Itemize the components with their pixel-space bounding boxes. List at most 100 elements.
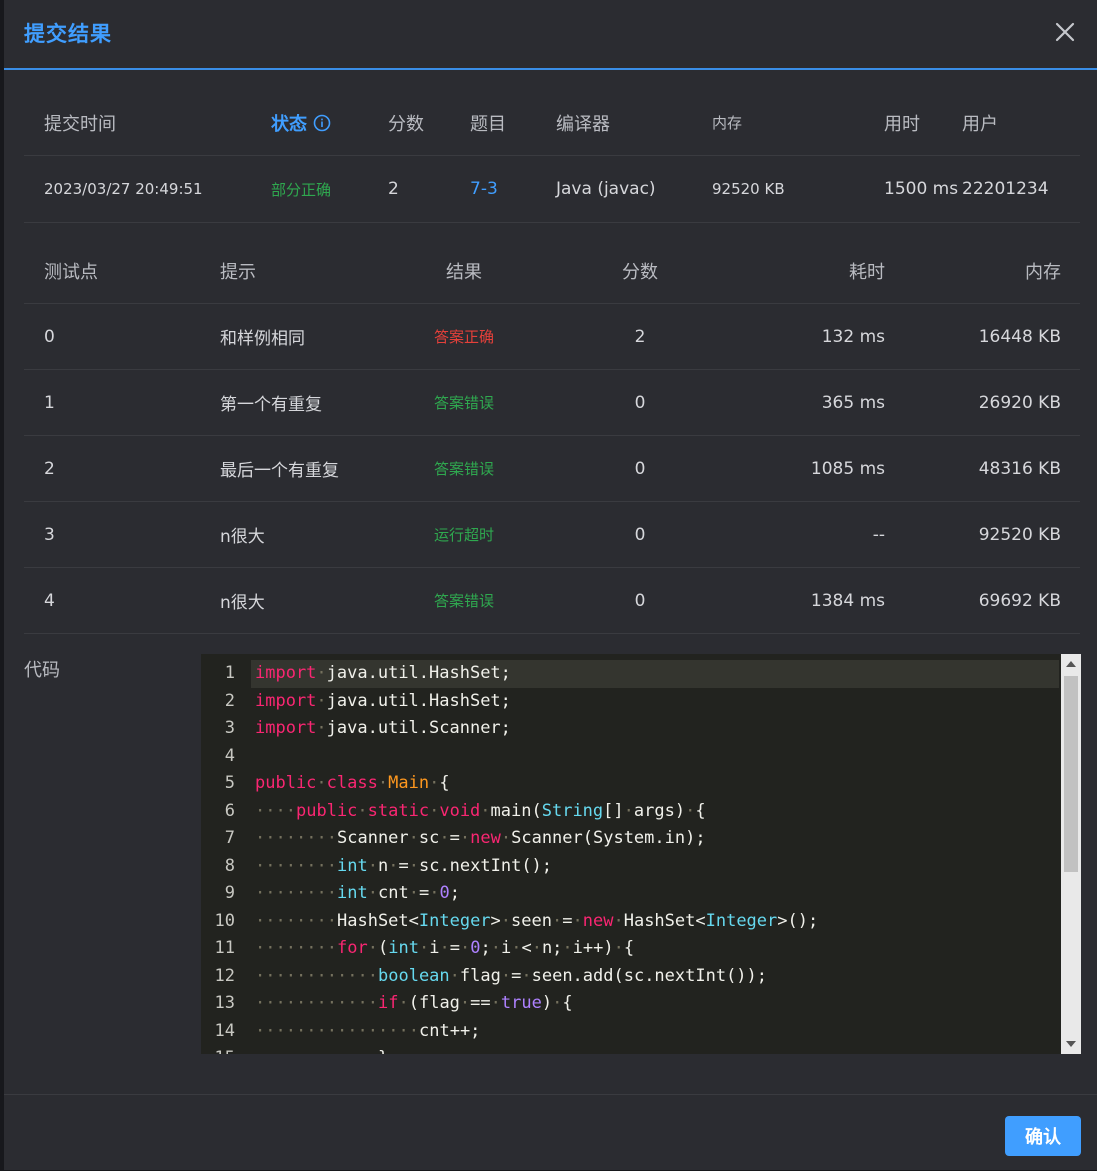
line-number: 7 bbox=[224, 828, 235, 848]
test-result: 运行超时 bbox=[433, 526, 494, 544]
table-row: 4 n很大 答案错误 0 1384 ms 69692 KB bbox=[24, 568, 1080, 634]
test-time: 132 ms bbox=[821, 326, 885, 347]
test-time: 1085 ms bbox=[810, 458, 885, 479]
line-number: 6 bbox=[224, 800, 235, 821]
info-circle-icon[interactable] bbox=[313, 114, 331, 132]
header-result: 结果 bbox=[446, 261, 482, 283]
code-content[interactable]: import·java.util.HashSet; import·java.uti… bbox=[251, 660, 1059, 1054]
code-line[interactable]: ········HashSet<Integer>·seen·=·new·Hash… bbox=[251, 908, 1059, 936]
line-number: 11 bbox=[214, 938, 235, 958]
line-number: 2 bbox=[224, 690, 235, 711]
line-number: 10 bbox=[214, 910, 235, 931]
line-number: 9 bbox=[224, 883, 235, 903]
header-score: 分数 bbox=[388, 113, 424, 135]
close-button[interactable] bbox=[1053, 20, 1077, 44]
compiler-value: Java (javac) bbox=[556, 179, 656, 199]
line-number: 5 bbox=[224, 773, 235, 793]
code-line[interactable]: ········int·n·=·sc.nextInt(); bbox=[251, 853, 1059, 881]
line-number: 14 bbox=[214, 1020, 235, 1041]
code-line[interactable]: public·class·Main·{ bbox=[251, 770, 1059, 798]
code-line[interactable]: ············} bbox=[251, 1045, 1059, 1054]
dialog-header: 提交结果 bbox=[4, 0, 1097, 70]
line-number: 4 bbox=[224, 745, 235, 766]
line-number: 13 bbox=[214, 993, 235, 1013]
code-line[interactable]: ········int·cnt·=·0; bbox=[251, 880, 1059, 908]
test-hint: n很大 bbox=[220, 527, 265, 547]
line-number-gutter: 123456789101112131415 bbox=[201, 660, 245, 1054]
header-status[interactable]: 状态 bbox=[271, 90, 331, 155]
line-number: 12 bbox=[214, 965, 235, 986]
score-value: 2 bbox=[388, 179, 399, 199]
confirm-button[interactable]: 确认 bbox=[1005, 1116, 1081, 1156]
code-line[interactable]: ················cnt++; bbox=[251, 1018, 1059, 1046]
test-hint: 和样例相同 bbox=[220, 329, 305, 349]
test-point: 3 bbox=[44, 524, 55, 545]
header-compiler: 编译器 bbox=[556, 113, 610, 135]
test-result: 答案错误 bbox=[433, 394, 494, 412]
test-time: 1384 ms bbox=[810, 590, 885, 611]
table-row: 1 第一个有重复 答案错误 0 365 ms 26920 KB bbox=[24, 370, 1080, 436]
header-time: 耗时 bbox=[849, 261, 885, 283]
test-point: 2 bbox=[44, 458, 55, 479]
submit-time: 2023/03/27 20:49:51 bbox=[44, 180, 203, 198]
code-label: 代码 bbox=[24, 660, 60, 681]
tests-header-row: 测试点 提示 结果 分数 耗时 内存 bbox=[24, 238, 1080, 304]
test-score: 0 bbox=[634, 590, 646, 611]
code-line[interactable]: import·java.util.Scanner; bbox=[251, 715, 1059, 743]
test-point: 4 bbox=[44, 590, 55, 611]
test-memory: 92520 KB bbox=[978, 524, 1061, 545]
code-line[interactable]: ············if·(flag·==·true)·{ bbox=[251, 990, 1059, 1018]
table-row: 0 和样例相同 答案正确 2 132 ms 16448 KB bbox=[24, 304, 1080, 370]
header-submit-time: 提交时间 bbox=[44, 113, 116, 135]
dialog-title: 提交结果 bbox=[24, 22, 112, 46]
header-hint: 提示 bbox=[220, 261, 256, 283]
user-value: 22201234 bbox=[962, 179, 1049, 199]
test-memory: 16448 KB bbox=[978, 326, 1061, 347]
table-row: 3 n很大 运行超时 0 -- 92520 KB bbox=[24, 502, 1080, 568]
header-duration: 用时 bbox=[884, 113, 920, 135]
test-point: 1 bbox=[44, 392, 55, 413]
duration-value: 1500 ms bbox=[884, 179, 959, 199]
test-score: 2 bbox=[634, 326, 646, 347]
header-problem: 题目 bbox=[470, 113, 506, 135]
test-hint: 第一个有重复 bbox=[220, 395, 322, 415]
test-time: 365 ms bbox=[821, 392, 885, 413]
test-score: 0 bbox=[634, 392, 646, 413]
test-hint: 最后一个有重复 bbox=[220, 461, 339, 481]
code-line[interactable]: ········Scanner·sc·=·new·Scanner(System.… bbox=[251, 825, 1059, 853]
header-status-label: 状态 bbox=[271, 113, 307, 135]
test-score: 0 bbox=[634, 458, 646, 479]
code-line[interactable]: import·java.util.HashSet; bbox=[251, 660, 1059, 688]
problem-link[interactable]: 7-3 bbox=[470, 156, 498, 222]
code-line[interactable]: import·java.util.HashSet; bbox=[251, 688, 1059, 716]
header-test-point: 测试点 bbox=[44, 261, 98, 283]
test-result: 答案错误 bbox=[433, 592, 494, 610]
editor-scrollbar[interactable] bbox=[1061, 654, 1081, 1054]
scroll-down-arrow-icon[interactable] bbox=[1066, 1041, 1076, 1047]
code-line[interactable]: ········for·(int·i·=·0;·i·<·n;·i++)·{ bbox=[251, 935, 1059, 963]
scroll-up-arrow-icon[interactable] bbox=[1066, 661, 1076, 667]
test-memory: 26920 KB bbox=[978, 392, 1061, 413]
code-line[interactable]: ············boolean·flag·=·seen.add(sc.n… bbox=[251, 963, 1059, 991]
test-hint: n很大 bbox=[220, 593, 265, 613]
test-point: 0 bbox=[44, 326, 55, 347]
line-number: 8 bbox=[224, 855, 235, 876]
code-line[interactable] bbox=[251, 743, 1059, 771]
scroll-thumb[interactable] bbox=[1064, 676, 1078, 872]
summary-header-row: 提交时间 状态 分数 题目 编译器 内存 用时 用户 bbox=[24, 90, 1080, 156]
status-badge: 部分正确 bbox=[271, 180, 332, 199]
test-time: -- bbox=[872, 524, 885, 545]
header-user: 用户 bbox=[962, 113, 998, 135]
summary-row: 2023/03/27 20:49:51 部分正确 2 7-3 Java (jav… bbox=[24, 156, 1080, 223]
header-test-memory: 内存 bbox=[1025, 261, 1061, 283]
line-number: 15 bbox=[201, 1045, 245, 1054]
dialog-footer: 确认 bbox=[4, 1094, 1097, 1171]
close-icon bbox=[1055, 22, 1075, 42]
code-line[interactable]: ····public·static·void·main(String[]·arg… bbox=[251, 798, 1059, 826]
header-test-score: 分数 bbox=[622, 261, 658, 283]
code-editor[interactable]: 123456789101112131415 import·java.util.H… bbox=[201, 654, 1081, 1054]
submission-result-dialog: 提交结果 提交时间 状态 分数 题目 编译器 内存 用时 用户 2023/03/… bbox=[4, 0, 1097, 1170]
test-score: 0 bbox=[634, 524, 646, 545]
test-memory: 48316 KB bbox=[978, 458, 1061, 479]
test-result: 答案正确 bbox=[433, 328, 494, 346]
